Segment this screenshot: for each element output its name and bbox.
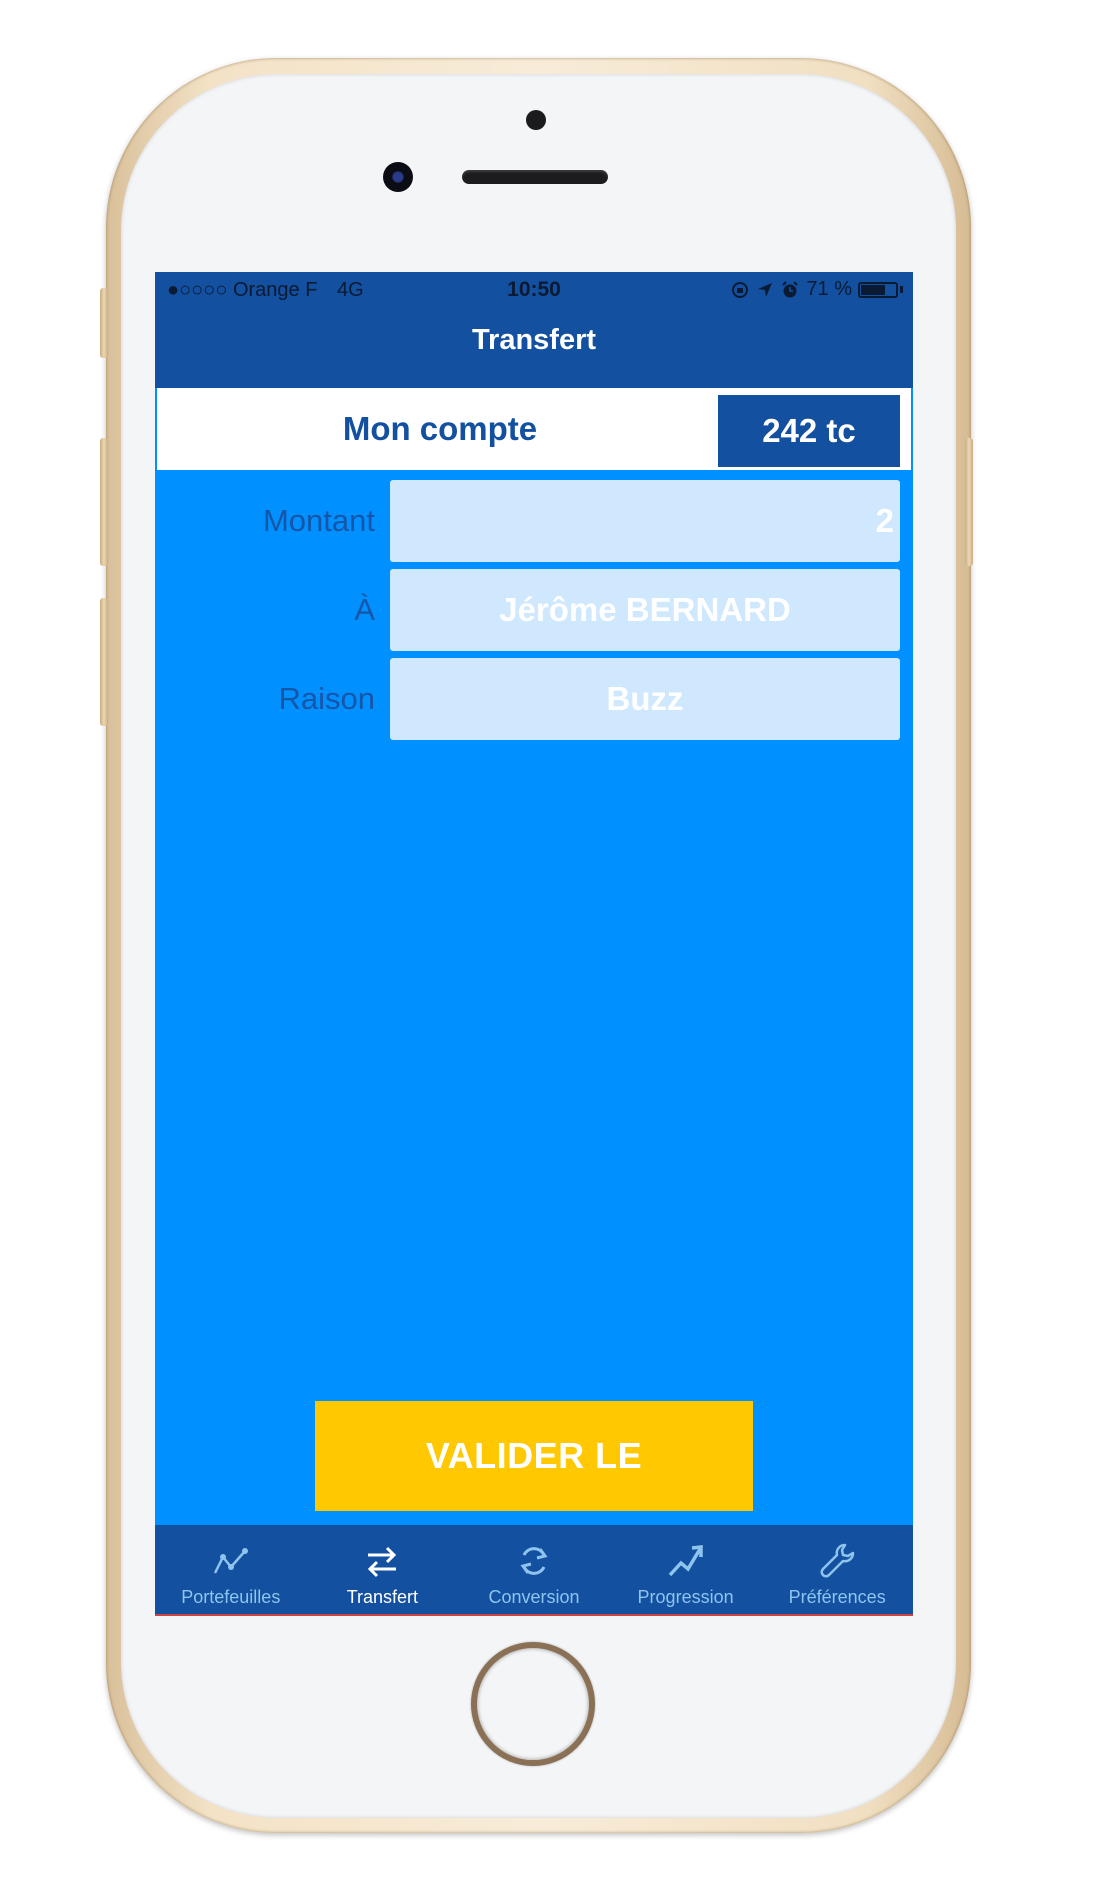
amount-label: Montant	[262, 503, 375, 538]
tab-conversion[interactable]: Conversion	[458, 1525, 610, 1614]
tab-preferences[interactable]: Préférences	[761, 1525, 913, 1614]
front-camera	[383, 162, 413, 192]
battery-fill	[861, 284, 885, 295]
tab-label: Progression	[637, 1587, 734, 1607]
battery-tip	[900, 286, 903, 293]
battery-icon	[858, 281, 898, 298]
silent-switch	[100, 288, 108, 358]
refresh-icon	[520, 1547, 548, 1575]
volume-down-button	[100, 598, 108, 726]
location-arrow-icon	[758, 282, 773, 297]
transfer-arrows-icon	[368, 1546, 397, 1578]
home-button[interactable]	[471, 1642, 595, 1766]
alarm-icon	[782, 280, 799, 297]
tab-portefeuilles[interactable]: Portefeuilles	[155, 1525, 307, 1614]
status-bar: ●○○○○ Orange F 4G 10:50 71 %	[155, 272, 913, 308]
trending-up-icon	[668, 1545, 703, 1577]
orientation-lock-icon	[732, 281, 749, 298]
power-button	[965, 438, 973, 566]
amount-input[interactable]: 2	[390, 480, 900, 562]
recipient-label: À	[354, 592, 375, 627]
tab-label: Conversion	[488, 1587, 580, 1607]
account-balance: 242 tc	[718, 395, 900, 467]
wrench-icon	[820, 1543, 855, 1578]
tab-bar: Portefeuilles Transfert Conversion Progr…	[155, 1525, 913, 1616]
account-label: Mon compte	[342, 410, 538, 447]
status-right-group: 71 %	[730, 278, 903, 301]
reason-input[interactable]: Buzz	[390, 658, 900, 740]
app-screen: ●○○○○ Orange F 4G 10:50 71 % Transfert M…	[155, 272, 913, 1616]
earpiece-speaker	[462, 170, 608, 184]
reason-label: Raison	[278, 681, 376, 716]
tab-transfert[interactable]: Transfert	[307, 1525, 459, 1614]
nav-title: Transfert	[155, 308, 913, 388]
battery-percent: 71 %	[806, 278, 852, 300]
tab-progression[interactable]: Progression	[610, 1525, 762, 1614]
validate-transfer-button[interactable]: VALIDER LE TRANSFERT	[315, 1401, 753, 1586]
chart-line-icon	[213, 1548, 248, 1574]
recipient-row: À Jérôme BERNARD	[155, 569, 913, 651]
account-row: Mon compte 242 tc	[157, 388, 911, 470]
volume-up-button	[100, 438, 108, 566]
tab-label: Portefeuilles	[181, 1587, 281, 1607]
recipient-input[interactable]: Jérôme BERNARD	[390, 569, 900, 651]
proximity-sensor	[526, 110, 546, 130]
amount-row: Montant 2	[155, 480, 913, 562]
tab-label: Préférences	[788, 1587, 886, 1607]
reason-row: Raison Buzz	[155, 658, 913, 740]
tab-label: Transfert	[346, 1587, 419, 1607]
